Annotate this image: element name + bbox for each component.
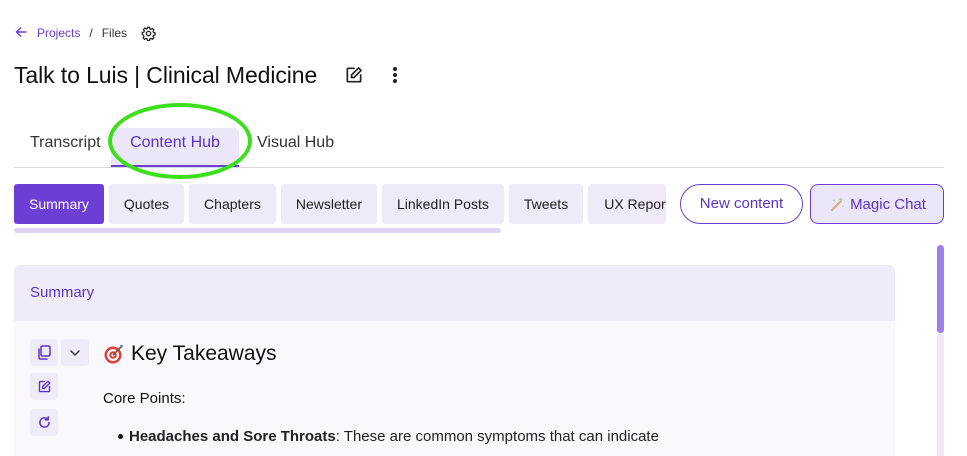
page-title: Talk to Luis | Clinical Medicine (14, 61, 318, 88)
magic-chat-button[interactable]: Magic Chat (810, 184, 944, 224)
summary-panel: Summary Key Takeaways Core Points: Heada… (14, 265, 895, 456)
chevron-down-icon (70, 349, 80, 356)
key-takeaways-heading: Key Takeaways (103, 341, 883, 367)
subtab-quotes[interactable]: Quotes (108, 184, 185, 224)
core-points-subheading: Core Points: (103, 390, 186, 407)
tab-content-hub[interactable]: Content Hub (111, 128, 239, 167)
tab-transcript[interactable]: Transcript (30, 128, 101, 168)
copy-options-dropdown[interactable] (61, 339, 89, 366)
bullet-dot (118, 434, 123, 439)
copy-icon (38, 345, 51, 360)
subtabs-scrollbar[interactable] (14, 228, 501, 233)
summary-content: Key Takeaways Core Points: Headaches and… (103, 341, 883, 445)
subtab-chapters[interactable]: Chapters (189, 184, 276, 224)
refresh-icon (38, 416, 50, 428)
main-tabs: Transcript Content Hub Visual Hub (14, 128, 944, 168)
edit-icon (38, 380, 50, 393)
title-row: Talk to Luis | Clinical Medicine (14, 58, 398, 92)
bullet-text: : These are common symptoms that can ind… (335, 428, 659, 445)
key-takeaways-text: Key Takeaways (131, 342, 277, 365)
edit-title-icon[interactable] (344, 65, 364, 85)
tab-visual-hub[interactable]: Visual Hub (257, 128, 334, 168)
target-dart-icon (104, 345, 123, 364)
content-type-tabs: Summary Quotes Chapters Newsletter Linke… (14, 184, 671, 224)
more-vertical-icon[interactable] (392, 66, 398, 84)
breadcrumb-projects-link[interactable]: Projects (37, 26, 80, 40)
sparkle-icon (831, 197, 845, 211)
content-scrollbar[interactable] (937, 245, 944, 456)
new-content-button[interactable]: New content (680, 184, 803, 224)
bullet-bold-term: Headaches and Sore Throats (129, 428, 336, 445)
gear-icon[interactable] (141, 26, 156, 41)
arrow-left-icon[interactable] (15, 26, 27, 40)
subtab-summary[interactable]: Summary (14, 184, 104, 224)
subtab-tweets[interactable]: Tweets (508, 184, 584, 224)
subtab-newsletter[interactable]: Newsletter (280, 184, 377, 224)
subtab-linkedin-posts[interactable]: LinkedIn Posts (382, 184, 504, 224)
regenerate-button[interactable] (30, 409, 58, 436)
content-scrollbar-thumb[interactable] (937, 245, 944, 333)
edit-content-button[interactable] (30, 373, 58, 400)
breadcrumb-current: Files (101, 26, 128, 40)
list-item: Headaches and Sore Throats: These are co… (103, 428, 883, 445)
summary-panel-header: Summary (14, 265, 895, 321)
breadcrumb-separator: / (89, 26, 93, 40)
magic-chat-label: Magic Chat (850, 195, 926, 213)
breadcrumb: Projects / Files (15, 24, 156, 42)
copy-button[interactable] (30, 339, 58, 366)
subtab-ux-report[interactable]: UX Report (588, 184, 667, 224)
